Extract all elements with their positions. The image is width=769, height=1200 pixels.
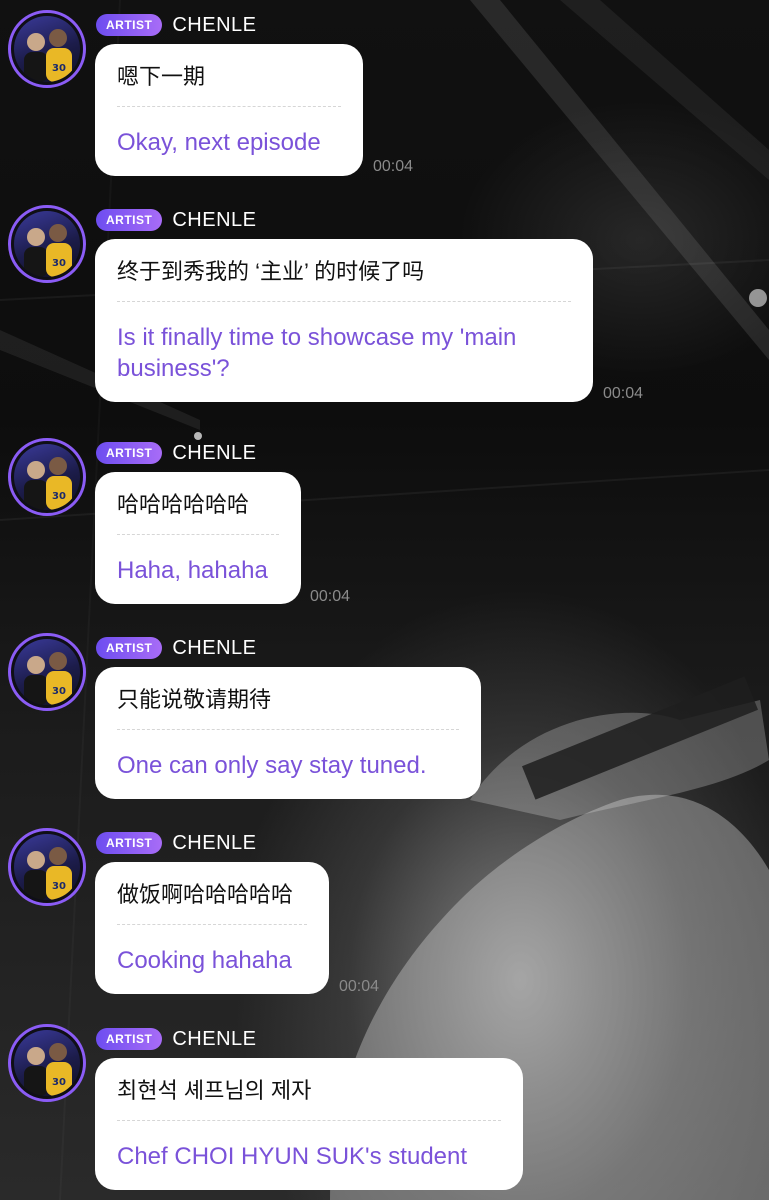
translated-text: Okay, next episode <box>117 129 321 156</box>
artist-badge: ARTIST <box>96 209 163 231</box>
message-bubble[interactable]: 최현석 셰프님의 제자 Chef CHOI HYUN SUK's student <box>95 1058 523 1190</box>
sender-name: CHENLE <box>172 636 257 659</box>
avatar[interactable]: 30 <box>8 10 86 88</box>
avatar-photo: 30 <box>14 211 80 277</box>
avatar-photo: 30 <box>14 639 80 705</box>
translated-text: Haha, hahaha <box>117 557 268 584</box>
message-header: ARTIST CHENLE <box>96 1026 256 1052</box>
message-bubble[interactable]: 终于到秀我的 ‘主业’ 的时候了吗 Is it finally time to … <box>95 239 593 402</box>
translated-text: Is it finally time to showcase my 'main … <box>117 324 517 382</box>
artist-badge: ARTIST <box>96 832 163 854</box>
avatar[interactable]: 30 <box>8 205 86 283</box>
artist-badge: ARTIST <box>96 637 163 659</box>
svg-text:30: 30 <box>52 686 66 697</box>
artist-badge: ARTIST <box>96 1028 163 1050</box>
avatar[interactable]: 30 <box>8 1024 86 1102</box>
avatar-photo: 30 <box>14 834 80 900</box>
avatar[interactable]: 30 <box>8 633 86 711</box>
avatar-photo: 30 <box>14 16 80 82</box>
svg-text:30: 30 <box>52 258 66 269</box>
message-header: ARTIST CHENLE <box>96 207 256 233</box>
message-bubble[interactable]: 只能说敬请期待 One can only say stay tuned. <box>95 667 481 799</box>
sender-name: CHENLE <box>172 1027 257 1050</box>
original-text: 只能说敬请期待 <box>117 687 272 712</box>
message-header: ARTIST CHENLE <box>96 12 256 38</box>
artist-badge: ARTIST <box>96 14 163 36</box>
svg-text:30: 30 <box>52 881 66 892</box>
message-bubble[interactable]: 做饭啊哈哈哈哈哈 Cooking hahaha <box>95 862 329 994</box>
original-text: 최현석 셰프님의 제자 <box>117 1078 312 1103</box>
sender-name: CHENLE <box>172 831 257 854</box>
avatar-photo: 30 <box>14 1030 80 1096</box>
avatar-photo: 30 <box>14 444 80 510</box>
svg-text:30: 30 <box>52 491 66 502</box>
original-text: 终于到秀我的 ‘主业’ 的时候了吗 <box>117 259 425 284</box>
avatar[interactable]: 30 <box>8 828 86 906</box>
avatar[interactable]: 30 <box>8 438 86 516</box>
message-header: ARTIST CHENLE <box>96 830 256 856</box>
artist-badge: ARTIST <box>96 442 163 464</box>
original-text: 做饭啊哈哈哈哈哈 <box>117 882 294 907</box>
message-bubble[interactable]: 嗯下一期 Okay, next episode <box>95 44 363 176</box>
svg-text:30: 30 <box>52 63 66 74</box>
translated-text: Cooking hahaha <box>117 947 292 974</box>
sender-name: CHENLE <box>172 13 257 36</box>
timestamp: 00:04 <box>373 158 414 175</box>
svg-text:30: 30 <box>52 1077 66 1088</box>
translated-text: Chef CHOI HYUN SUK's student <box>117 1143 468 1170</box>
timestamp: 00:04 <box>339 978 380 995</box>
original-text: 哈哈哈哈哈哈 <box>117 492 250 517</box>
message-header: ARTIST CHENLE <box>96 635 256 661</box>
timestamp: 00:04 <box>603 385 644 402</box>
sender-name: CHENLE <box>172 441 257 464</box>
original-text: 嗯下一期 <box>117 64 206 89</box>
message-header: ARTIST CHENLE <box>96 440 256 466</box>
translated-text: One can only say stay tuned. <box>117 752 427 779</box>
timestamp: 00:04 <box>310 588 351 605</box>
message-bubble[interactable]: 哈哈哈哈哈哈 Haha, hahaha <box>95 472 301 604</box>
sender-name: CHENLE <box>172 208 257 231</box>
